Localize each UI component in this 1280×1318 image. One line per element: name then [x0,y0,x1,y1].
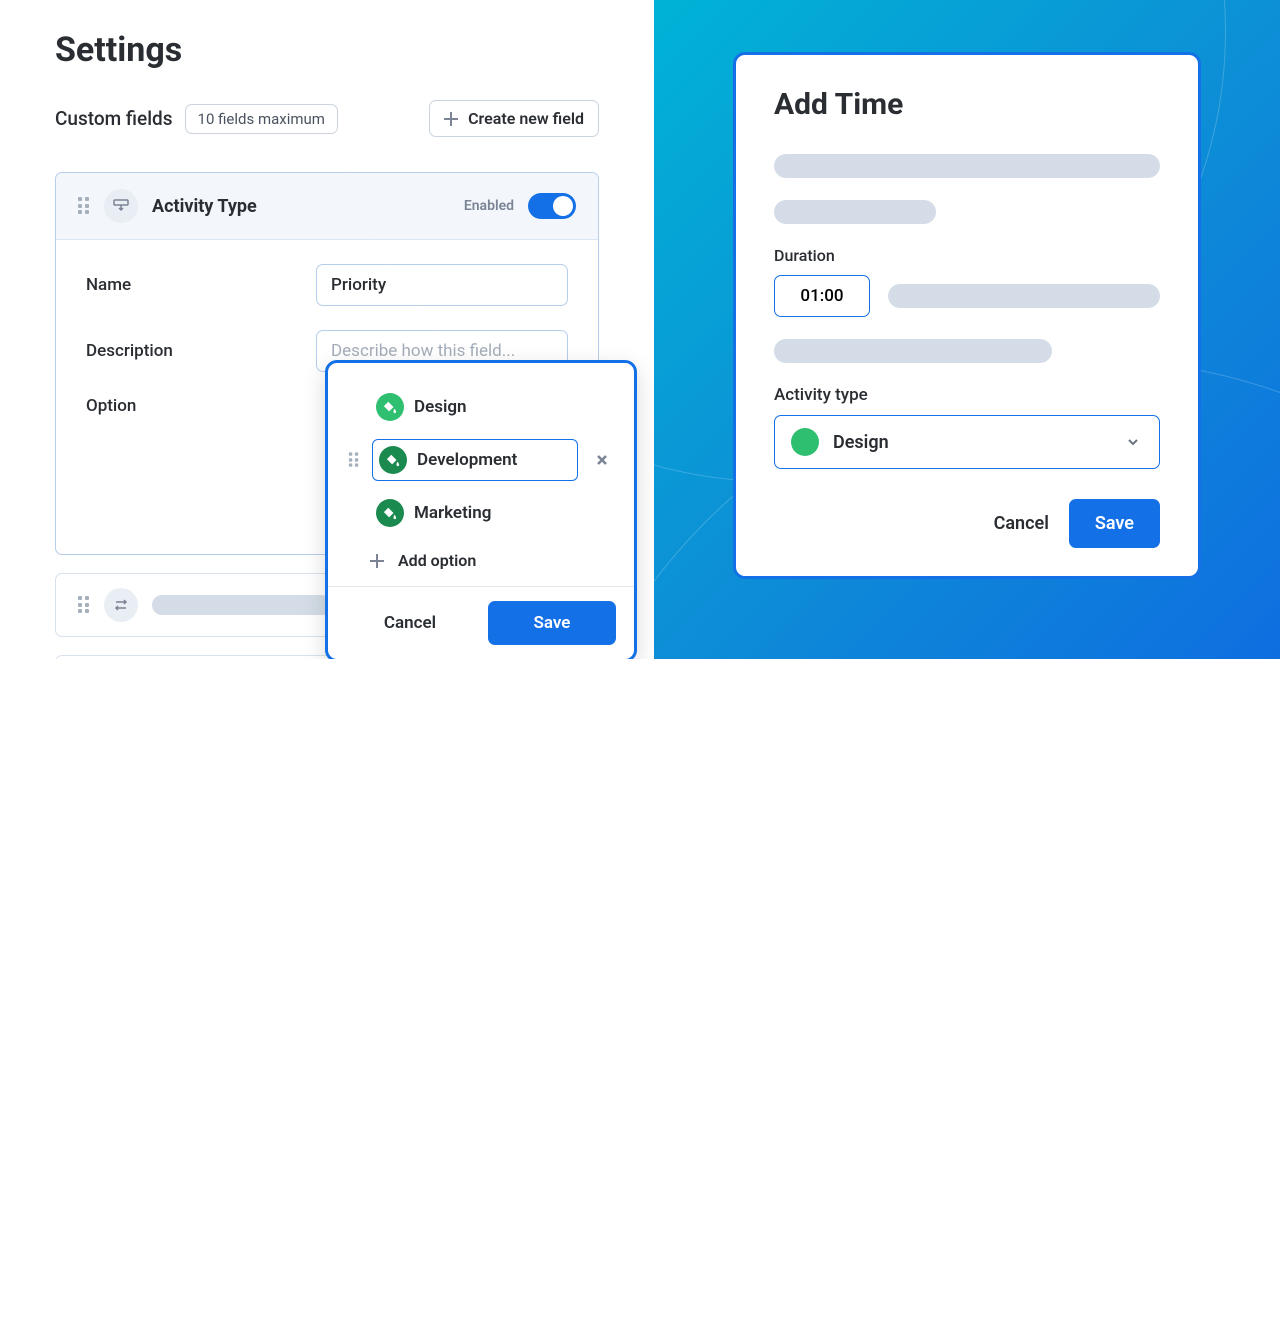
skeleton-placeholder [774,154,1160,178]
skeleton-placeholder [888,284,1160,308]
add-option-label: Add option [398,551,476,570]
activity-type-value: Design [833,432,1109,453]
custom-fields-title: Custom fields [55,107,173,130]
color-swatch [379,446,407,474]
activity-type-select[interactable]: Design [774,415,1160,469]
option-item-development[interactable]: Development [328,433,634,487]
skeleton-placeholder [774,200,936,224]
add-time-modal: Add Time Duration Activity type Design C… [733,52,1201,579]
option-item-design[interactable]: Design [328,381,634,433]
skeleton-placeholder [152,595,332,615]
cancel-button[interactable]: Cancel [346,601,474,645]
duration-label: Duration [774,246,1160,265]
fields-limit-badge: 10 fields maximum [185,104,338,134]
preview-panel: Add Time Duration Activity type Design C… [654,0,1280,659]
name-label: Name [86,275,316,295]
option-label: Design [414,397,467,417]
save-button[interactable]: Save [488,601,616,645]
plus-icon [370,554,384,568]
option-item-marketing[interactable]: Marketing [328,487,634,539]
color-swatch [791,428,819,456]
option-label: Option [86,396,351,416]
field-type-icon [104,189,138,223]
color-swatch [376,393,404,421]
cancel-button[interactable]: Cancel [994,513,1049,534]
remove-option-button[interactable] [590,448,614,472]
chevron-down-icon [1123,432,1143,452]
activity-type-label: Activity type [774,385,1160,405]
field-type-icon [104,588,138,622]
color-swatch [376,499,404,527]
drag-handle-icon[interactable] [78,596,90,614]
drag-handle-icon[interactable] [349,452,359,467]
save-button[interactable]: Save [1069,499,1160,548]
add-option-button[interactable]: Add option [328,539,634,586]
options-popover: Design Development Market [325,360,637,659]
description-label: Description [86,341,316,361]
modal-title: Add Time [774,87,1160,122]
drag-handle-icon[interactable] [78,197,90,215]
option-label: Development [417,450,517,470]
duration-input[interactable] [774,275,870,317]
field-name: Activity Type [152,196,257,217]
option-label: Marketing [414,503,491,523]
skeleton-placeholder [774,339,1052,363]
